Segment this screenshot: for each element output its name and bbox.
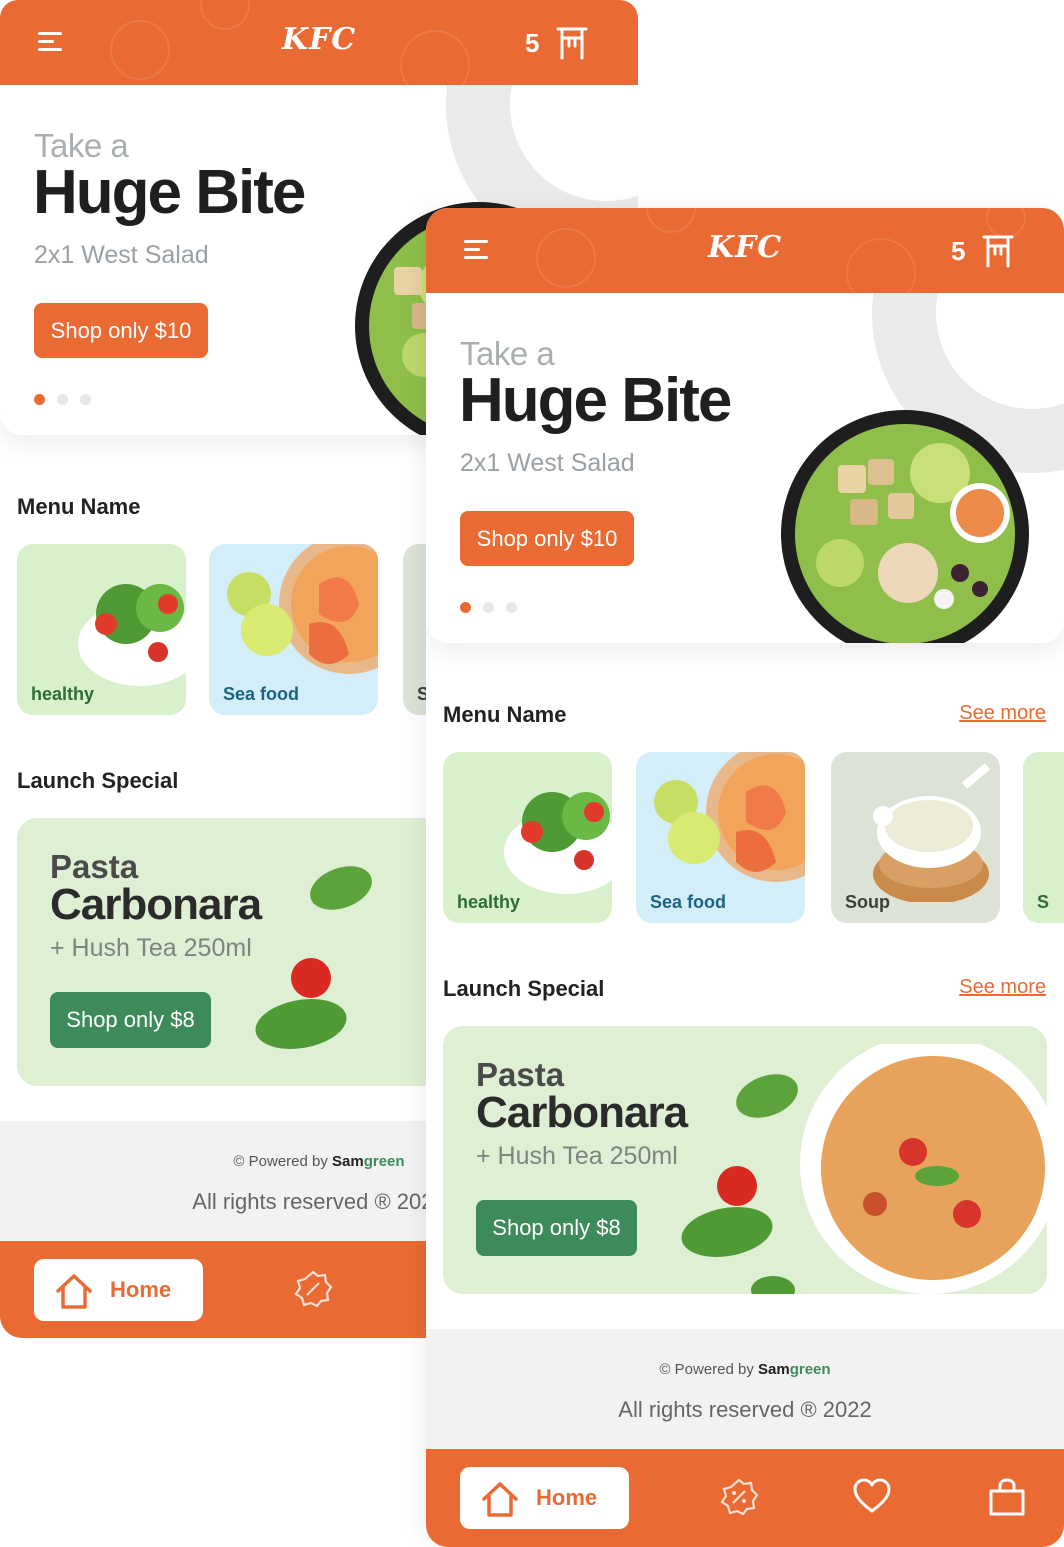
promo-shop-button[interactable]: Shop only $8 <box>50 992 211 1048</box>
seafood-image <box>654 752 805 882</box>
powered-brand-a: Sam <box>758 1361 790 1378</box>
nav-home-label: Home <box>110 1277 172 1302</box>
cart-icon[interactable] <box>556 26 588 60</box>
hero-title: Huge Bite <box>459 366 732 435</box>
home-icon <box>56 1274 92 1309</box>
home-icon <box>482 1482 518 1517</box>
powered-prefix: © Powered by <box>659 1361 754 1378</box>
top-bar: KFC 5 <box>426 208 1064 293</box>
phone-screen-front: KFC 5 Take a Huge Bite 2x1 West Salad Sh… <box>426 208 1064 1547</box>
nav-home-button[interactable]: Home <box>34 1259 203 1321</box>
bottom-nav: Home <box>426 1449 1064 1547</box>
menu-section-title: Menu Name <box>443 702 567 727</box>
shopping-bag-icon[interactable] <box>988 1477 1026 1517</box>
hero-banner: Take a Huge Bite 2x1 West Salad Shop onl… <box>426 293 1064 643</box>
cart-count: 5 <box>951 236 966 266</box>
powered-prefix: © Powered by <box>233 1153 328 1170</box>
discount-icon[interactable] <box>719 1477 759 1517</box>
promo-title: Carbonara <box>476 1088 688 1137</box>
carousel-dots <box>460 598 529 617</box>
menu-category-row: healthy Sea food Soup S <box>443 752 1064 924</box>
promo-subtitle: + Hush Tea 250ml <box>50 934 252 962</box>
category-label: Sea food <box>650 892 727 912</box>
carousel-dot[interactable] <box>506 602 517 613</box>
hero-shop-button[interactable]: Shop only $10 <box>34 303 208 358</box>
hero-subtitle: 2x1 West Salad <box>34 241 209 269</box>
carousel-dot[interactable] <box>483 602 494 613</box>
cart-icon[interactable] <box>982 234 1014 268</box>
hero-title: Huge Bite <box>33 158 306 227</box>
menu-section-title: Menu Name <box>17 494 141 519</box>
hero-subtitle: 2x1 West Salad <box>460 449 635 477</box>
salad-image <box>504 792 612 894</box>
powered-brand-b: green <box>789 1361 831 1378</box>
category-card-healthy[interactable]: healthy <box>443 752 612 923</box>
footer: © Powered by Samgreen All rights reserve… <box>426 1329 1064 1449</box>
hero-shop-button[interactable]: Shop only $10 <box>460 511 634 566</box>
nav-home-button[interactable]: Home <box>460 1467 629 1529</box>
carousel-dot[interactable] <box>80 394 91 405</box>
seafood-image <box>227 544 378 674</box>
carousel-dot-active[interactable] <box>34 394 45 405</box>
category-card-healthy[interactable]: healthy <box>17 544 186 715</box>
carousel-dot-active[interactable] <box>460 602 471 613</box>
rights-text: All rights reserved ® 2022 <box>618 1397 872 1422</box>
salad-image <box>78 584 186 686</box>
carousel-dots <box>34 390 103 409</box>
category-label: healthy <box>31 684 95 704</box>
promo-subtitle: + Hush Tea 250ml <box>476 1142 678 1170</box>
category-card-seafood[interactable]: Sea food <box>636 752 805 923</box>
cart-count: 5 <box>525 28 540 58</box>
salad-bowl-image <box>781 410 1029 643</box>
category-label: Sea food <box>223 684 300 704</box>
category-label: Soup <box>845 892 890 912</box>
brand-logo: KFC <box>707 230 783 265</box>
category-card-partial[interactable]: S <box>1023 752 1064 923</box>
powered-brand-b: green <box>363 1153 405 1170</box>
category-label: healthy <box>457 892 521 912</box>
powered-brand-a: Sam <box>332 1153 364 1170</box>
menu-see-more-link[interactable]: See more <box>959 702 1046 725</box>
pasta-plate-image <box>681 1044 1047 1294</box>
launch-see-more-link[interactable]: See more <box>959 976 1046 999</box>
promo-banner: Pasta Carbonara + Hush Tea 250ml Shop on… <box>443 1026 1047 1294</box>
category-card-seafood[interactable]: Sea food <box>209 544 378 715</box>
category-card-soup[interactable]: Soup <box>831 752 1000 923</box>
brand-logo: KFC <box>281 22 357 57</box>
launch-section-title: Launch Special <box>17 768 179 793</box>
carousel-dot[interactable] <box>57 394 68 405</box>
top-bar: KFC 5 <box>0 0 638 85</box>
category-label: S <box>1037 892 1050 912</box>
heart-icon[interactable] <box>852 1477 892 1515</box>
discount-icon[interactable] <box>293 1269 333 1309</box>
promo-shop-button[interactable]: Shop only $8 <box>476 1200 637 1256</box>
promo-title: Carbonara <box>50 880 262 929</box>
powered-by-text: © Powered by Samgreen <box>426 1361 1064 1378</box>
launch-section-title: Launch Special <box>443 976 605 1001</box>
soup-image <box>873 763 991 902</box>
nav-home-label: Home <box>536 1485 598 1510</box>
